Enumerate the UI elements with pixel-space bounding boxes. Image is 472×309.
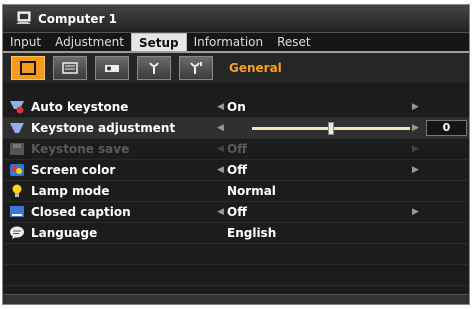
settings-list: Auto keystone ◀ On ▶ Keystone adjustment… [3,97,469,286]
keystone-save-icon [9,142,25,156]
setting-label: Auto keystone [31,100,129,114]
screen-color-icon [9,163,25,177]
keystone-value: 0 [426,120,467,136]
setting-value[interactable]: On [227,100,246,114]
row-closed-caption[interactable]: Closed caption ◀ Off ▶ [3,202,469,223]
left-arrow-icon[interactable]: ◀ [217,165,227,175]
empty-row [3,265,469,286]
auto-keystone-icon [9,100,25,114]
setting-value[interactable]: English [227,226,276,240]
setting-value: Off [227,142,247,156]
setting-label: Screen color [31,163,116,177]
projector-menu-window: Computer 1 Input Adjustment Setup Inform… [2,4,470,305]
options-1-tab-icon[interactable] [137,56,171,80]
menu-bar: Input Adjustment Setup Information Reset [3,33,469,53]
keystone-slider-thumb[interactable] [328,122,334,135]
row-auto-keystone[interactable]: Auto keystone ◀ On ▶ [3,97,469,118]
setting-label: Language [31,226,98,240]
language-icon [9,226,25,240]
options-2-tab-icon[interactable] [179,56,213,80]
window-title: Computer 1 [38,11,118,26]
right-arrow-icon[interactable]: ▶ [412,165,419,175]
closed-caption-icon [9,205,25,219]
right-arrow-icon: ▶ [412,144,419,154]
monitor-icon [15,11,32,26]
setting-value[interactable]: Normal [227,184,276,198]
tab-group-label: General [229,61,282,75]
row-lamp-mode[interactable]: Lamp mode Normal [3,181,469,202]
row-screen-color[interactable]: Screen color ◀ Off ▶ [3,160,469,181]
keystone-adjustment-icon [9,121,25,135]
setting-label: Keystone adjustment [31,121,176,135]
setting-label: Keystone save [31,142,130,156]
setting-value[interactable]: Off [227,205,247,219]
menu-setup[interactable]: Setup [130,33,187,51]
setup-tab-row: General [3,53,469,83]
menu-tab-icon[interactable] [53,56,87,80]
title-bar: Computer 1 [3,5,469,33]
right-arrow-icon[interactable]: ▶ [412,102,419,112]
lamp-icon [9,184,25,198]
left-arrow-icon[interactable]: ◀ [217,102,227,112]
menu-input[interactable]: Input [3,33,48,51]
row-keystone-save: Keystone save ◀ Off ▶ [3,139,469,160]
setting-label: Lamp mode [31,184,110,198]
left-arrow-icon: ◀ [217,144,224,154]
setting-value[interactable]: Off [227,163,247,177]
row-keystone-adjustment[interactable]: Keystone adjustment ◀ ▶ 0 [3,118,469,139]
right-arrow-icon[interactable]: ▶ [412,123,419,133]
right-arrow-icon[interactable]: ▶ [412,207,419,217]
menu-information[interactable]: Information [187,33,270,51]
installation-tab-icon[interactable] [95,56,129,80]
empty-row [3,244,469,265]
general-tab-icon[interactable] [11,56,45,80]
setting-label: Closed caption [31,205,131,219]
row-language[interactable]: Language English [3,223,469,244]
left-arrow-icon[interactable]: ◀ [217,123,227,133]
menu-reset[interactable]: Reset [270,33,318,51]
menu-adjustment[interactable]: Adjustment [48,33,131,51]
left-arrow-icon[interactable]: ◀ [217,207,227,217]
footer-bar [3,294,469,304]
